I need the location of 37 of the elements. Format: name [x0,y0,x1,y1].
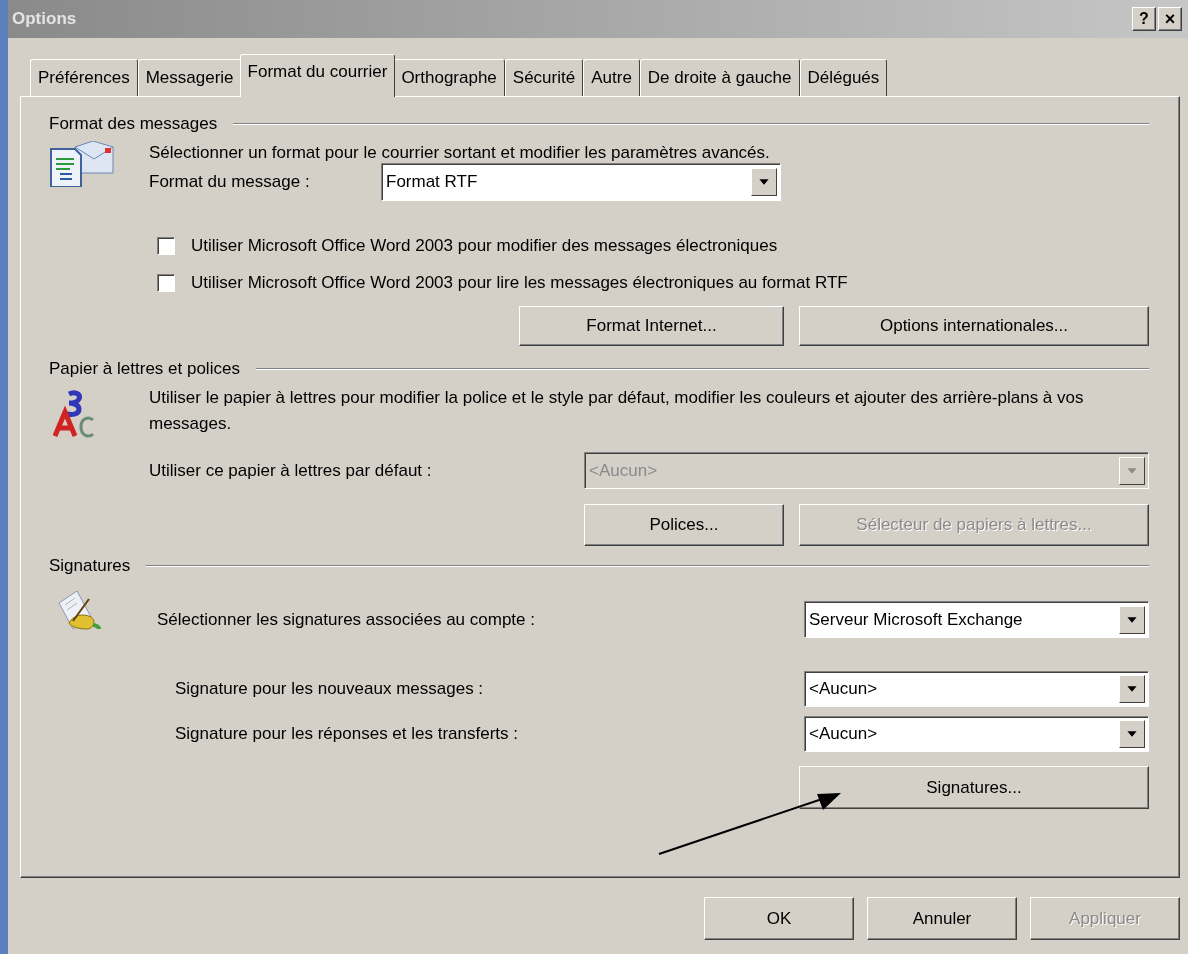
tab[interactable]: Préférences [30,59,138,96]
dialog-button[interactable]: Options internationales... [799,306,1149,346]
tab[interactable]: Sécurité [504,59,584,96]
checkbox-label: Utiliser Microsoft Office Word 2003 pour lire les messages électroniques au format RTF [191,272,848,295]
tab[interactable]: Format du courrier [239,54,396,97]
section-title: Papier à lettres et polices [49,358,240,381]
reply-signature-label: Signature pour les réponses et les transferts : [175,723,518,746]
dialog-button[interactable]: Polices... [584,504,784,546]
dialog-button[interactable]: OK [704,897,854,940]
section-description: Sélectionner un format pour le courrier sortant et modifier les paramètres avancés. [149,142,770,165]
tab[interactable]: Délégués [799,59,888,96]
help-button[interactable]: ? [1132,7,1156,31]
default-stationery-label: Utiliser ce papier à lettres par défaut : [149,459,432,482]
window-title: Options [12,8,78,31]
account-signature-label: Sélectionner les signatures associées au compte : [157,608,535,631]
new-signature-dropdown[interactable]: <Aucun> [804,671,1149,707]
account-dropdown[interactable]: Serveur Microsoft Exchange [804,601,1149,638]
section-description: Utiliser le papier à lettres pour modifier la police et le style par défaut, modifier les couleurs et ajouter des arrière-plans à vos messages. [149,387,1085,435]
checkbox-label: Utiliser Microsoft Office Word 2003 pour modifier des messages électroniques [191,235,778,258]
signatures-button[interactable]: Signatures... [799,766,1149,809]
tab[interactable]: Orthographe [393,59,505,96]
checkbox[interactable] [157,274,175,292]
format-label: Format du message : [149,171,311,194]
tab[interactable]: Messagerie [137,59,242,96]
section-title: Format des messages [49,113,218,136]
reply-signature-dropdown[interactable]: <Aucun> [804,716,1149,752]
dialog-button[interactable]: Annuler [867,897,1017,940]
section-title: Signatures [49,555,131,578]
tab[interactable]: Autre [583,59,640,96]
tab[interactable]: De droite à gauche [639,59,800,96]
checkbox[interactable] [157,237,175,255]
dialog-button[interactable]: Format Internet... [519,306,784,346]
new-signature-label: Signature pour les nouveaux messages : [175,678,484,701]
font-icon [53,390,97,440]
close-button[interactable]: × [1158,7,1182,31]
document-envelope-icon [49,141,115,187]
format-dropdown[interactable]: Format RTF [381,163,781,201]
